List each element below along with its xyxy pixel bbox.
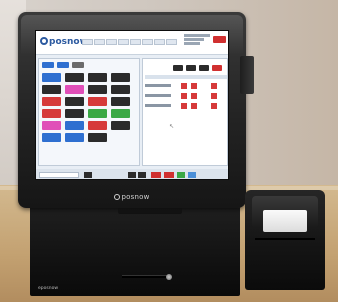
bottom-button[interactable] [138,172,146,178]
remove-icon[interactable] [181,83,187,89]
monitor-logo-text: posnow [121,193,150,201]
product-button[interactable] [88,73,107,82]
product-button[interactable] [88,97,107,106]
product-button[interactable] [65,109,84,118]
order-action-button[interactable] [186,65,196,71]
pay-button[interactable] [177,172,185,178]
nav-tab[interactable] [142,39,153,45]
product-button[interactable] [111,85,130,94]
order-action-button[interactable] [212,65,222,71]
product-button[interactable] [42,85,61,94]
exit-button[interactable] [213,36,226,43]
order-header [145,75,227,79]
order-actions [173,65,222,71]
product-button[interactable] [42,73,61,82]
nav-tab[interactable] [94,39,105,45]
product-button[interactable] [42,133,61,142]
app-bottom-bar [36,169,228,179]
order-list [145,82,227,112]
app-top-bar: posnow [36,31,228,55]
void-button[interactable] [164,172,174,178]
remove-icon[interactable] [211,93,217,99]
remove-icon[interactable] [191,93,197,99]
app-logo-icon [40,37,48,45]
remove-icon[interactable] [211,83,217,89]
product-button[interactable] [111,97,130,106]
printer-slot [255,238,315,240]
category-tab[interactable] [57,62,69,68]
product-button[interactable] [65,85,84,94]
top-nav [82,39,177,45]
order-line[interactable] [145,92,227,100]
product-button[interactable] [88,133,107,142]
order-line[interactable] [145,82,227,90]
total-button[interactable] [188,172,196,178]
product-button[interactable] [111,73,130,82]
order-line[interactable] [145,102,227,110]
nav-tab[interactable] [154,39,165,45]
product-button[interactable] [111,109,130,118]
order-panel: ↖ [142,58,228,166]
paper-roll [263,210,307,232]
cancel-button[interactable] [151,172,161,178]
category-tab[interactable] [42,62,54,68]
product-button[interactable] [88,121,107,130]
product-button[interactable] [111,121,130,130]
drawer-brand: eposnow [38,286,59,291]
monitor-logo: posnow [18,193,246,201]
product-button[interactable] [42,121,61,130]
monitor-logo-icon [114,194,121,200]
product-grid [42,73,130,142]
remove-icon[interactable] [181,93,187,99]
product-button[interactable] [65,97,84,106]
cursor-icon: ↖ [169,123,175,130]
app-logo: posnow [40,37,88,47]
cash-drawer: eposnow [30,206,240,296]
order-action-button[interactable] [173,65,183,71]
nav-tab[interactable] [106,39,117,45]
category-tabs [42,62,84,68]
product-button[interactable] [42,97,61,106]
nav-tab[interactable] [82,39,93,45]
user-info [184,34,210,45]
remove-icon[interactable] [191,103,197,109]
remove-icon[interactable] [181,103,187,109]
product-panel [38,58,140,166]
product-button[interactable] [88,85,107,94]
product-button[interactable] [42,109,61,118]
product-button[interactable] [65,73,84,82]
bottom-button[interactable] [128,172,136,178]
remove-icon[interactable] [211,103,217,109]
drawer-lock-icon [166,274,172,280]
bottom-button[interactable] [84,172,92,178]
search-input[interactable] [39,172,79,178]
touchscreen-display: posnow ↖ [35,30,229,180]
product-button[interactable] [65,121,84,130]
nav-tab[interactable] [118,39,129,45]
card-reader [240,56,254,94]
order-action-button[interactable] [199,65,209,71]
nav-tab[interactable] [166,39,177,45]
product-button[interactable] [65,133,84,142]
receipt-printer [245,190,325,290]
category-tab[interactable] [72,62,84,68]
product-button[interactable] [88,109,107,118]
nav-tab[interactable] [130,39,141,45]
drawer-slot [122,275,170,278]
remove-icon[interactable] [191,83,197,89]
product-slot-empty [111,133,130,142]
